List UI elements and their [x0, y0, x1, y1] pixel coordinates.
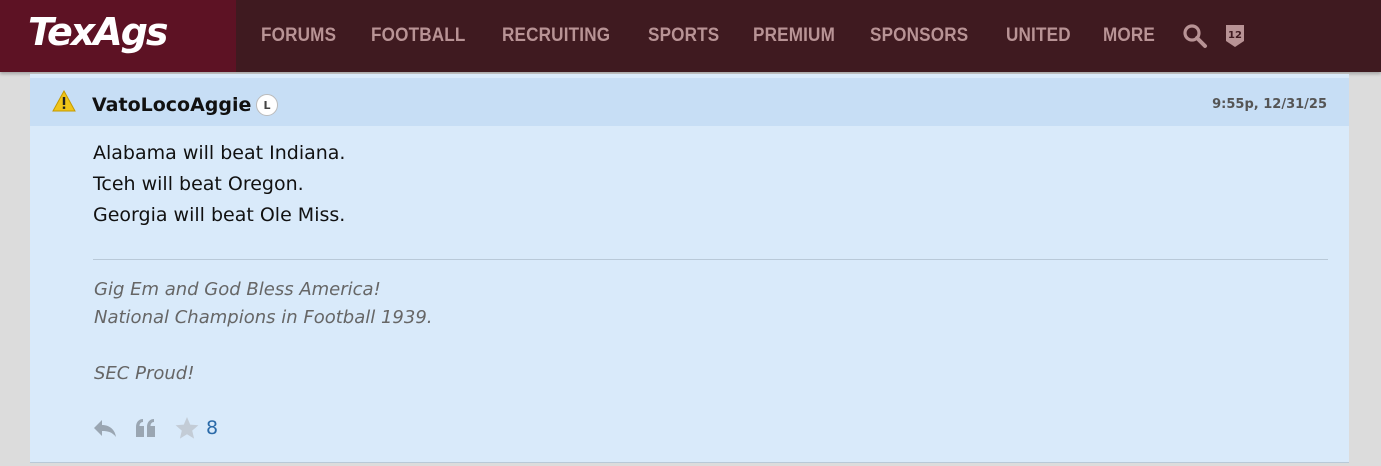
- signature-line: Gig Em and God Bless America!: [94, 279, 381, 300]
- nav-item-premium[interactable]: PREMIUM: [753, 25, 835, 47]
- signature-divider: [93, 259, 1328, 260]
- main-nav: FORUMS FOOTBALL RECRUITING SPORTS PREMIU…: [248, 0, 1254, 72]
- post-actions: 8: [92, 414, 218, 442]
- post-header: VatoLocoAggie L 9:55p, 12/31/25: [30, 78, 1349, 126]
- nav-item-sports[interactable]: SPORTS: [648, 25, 719, 47]
- twelfth-man-icon[interactable]: 12: [1224, 23, 1246, 49]
- star-icon[interactable]: [174, 416, 200, 440]
- post-body: Alabama will beat Indiana. Tceh will bea…: [93, 138, 345, 231]
- nav-item-sponsors[interactable]: SPONSORS: [870, 25, 968, 47]
- star-count[interactable]: 8: [206, 417, 218, 439]
- user-badge: L: [256, 94, 278, 116]
- quote-icon[interactable]: [134, 417, 158, 439]
- nav-item-united[interactable]: UNITED: [1006, 25, 1071, 47]
- nav-item-recruiting[interactable]: RECRUITING: [502, 25, 610, 47]
- post-line: Tceh will beat Oregon.: [93, 173, 304, 195]
- site-logo[interactable]: TexAgs: [0, 0, 236, 72]
- signature-line: National Champions in Football 1939.: [94, 307, 433, 328]
- signature-line: SEC Proud!: [94, 363, 195, 384]
- post-line: Georgia will beat Ole Miss.: [93, 204, 346, 226]
- post-signature: Gig Em and God Bless America! National C…: [94, 276, 433, 388]
- forum-post: VatoLocoAggie L 9:55p, 12/31/25 Alabama …: [30, 74, 1349, 463]
- top-navigation-bar: TexAgs FORUMS FOOTBALL RECRUITING SPORTS…: [0, 0, 1381, 72]
- search-icon[interactable]: [1182, 23, 1208, 49]
- post-timestamp[interactable]: 9:55p, 12/31/25: [1212, 97, 1327, 112]
- post-line: Alabama will beat Indiana.: [93, 142, 346, 164]
- nav-item-more[interactable]: MORE: [1103, 25, 1155, 47]
- site-logo-text[interactable]: TexAgs: [28, 10, 169, 54]
- twelfth-man-icon-label: 12: [1228, 30, 1242, 41]
- nav-item-forums[interactable]: FORUMS: [261, 25, 336, 47]
- nav-item-football[interactable]: FOOTBALL: [371, 25, 466, 47]
- post-username[interactable]: VatoLocoAggie: [92, 94, 251, 116]
- reply-icon[interactable]: [92, 417, 118, 439]
- warning-icon: [52, 89, 76, 116]
